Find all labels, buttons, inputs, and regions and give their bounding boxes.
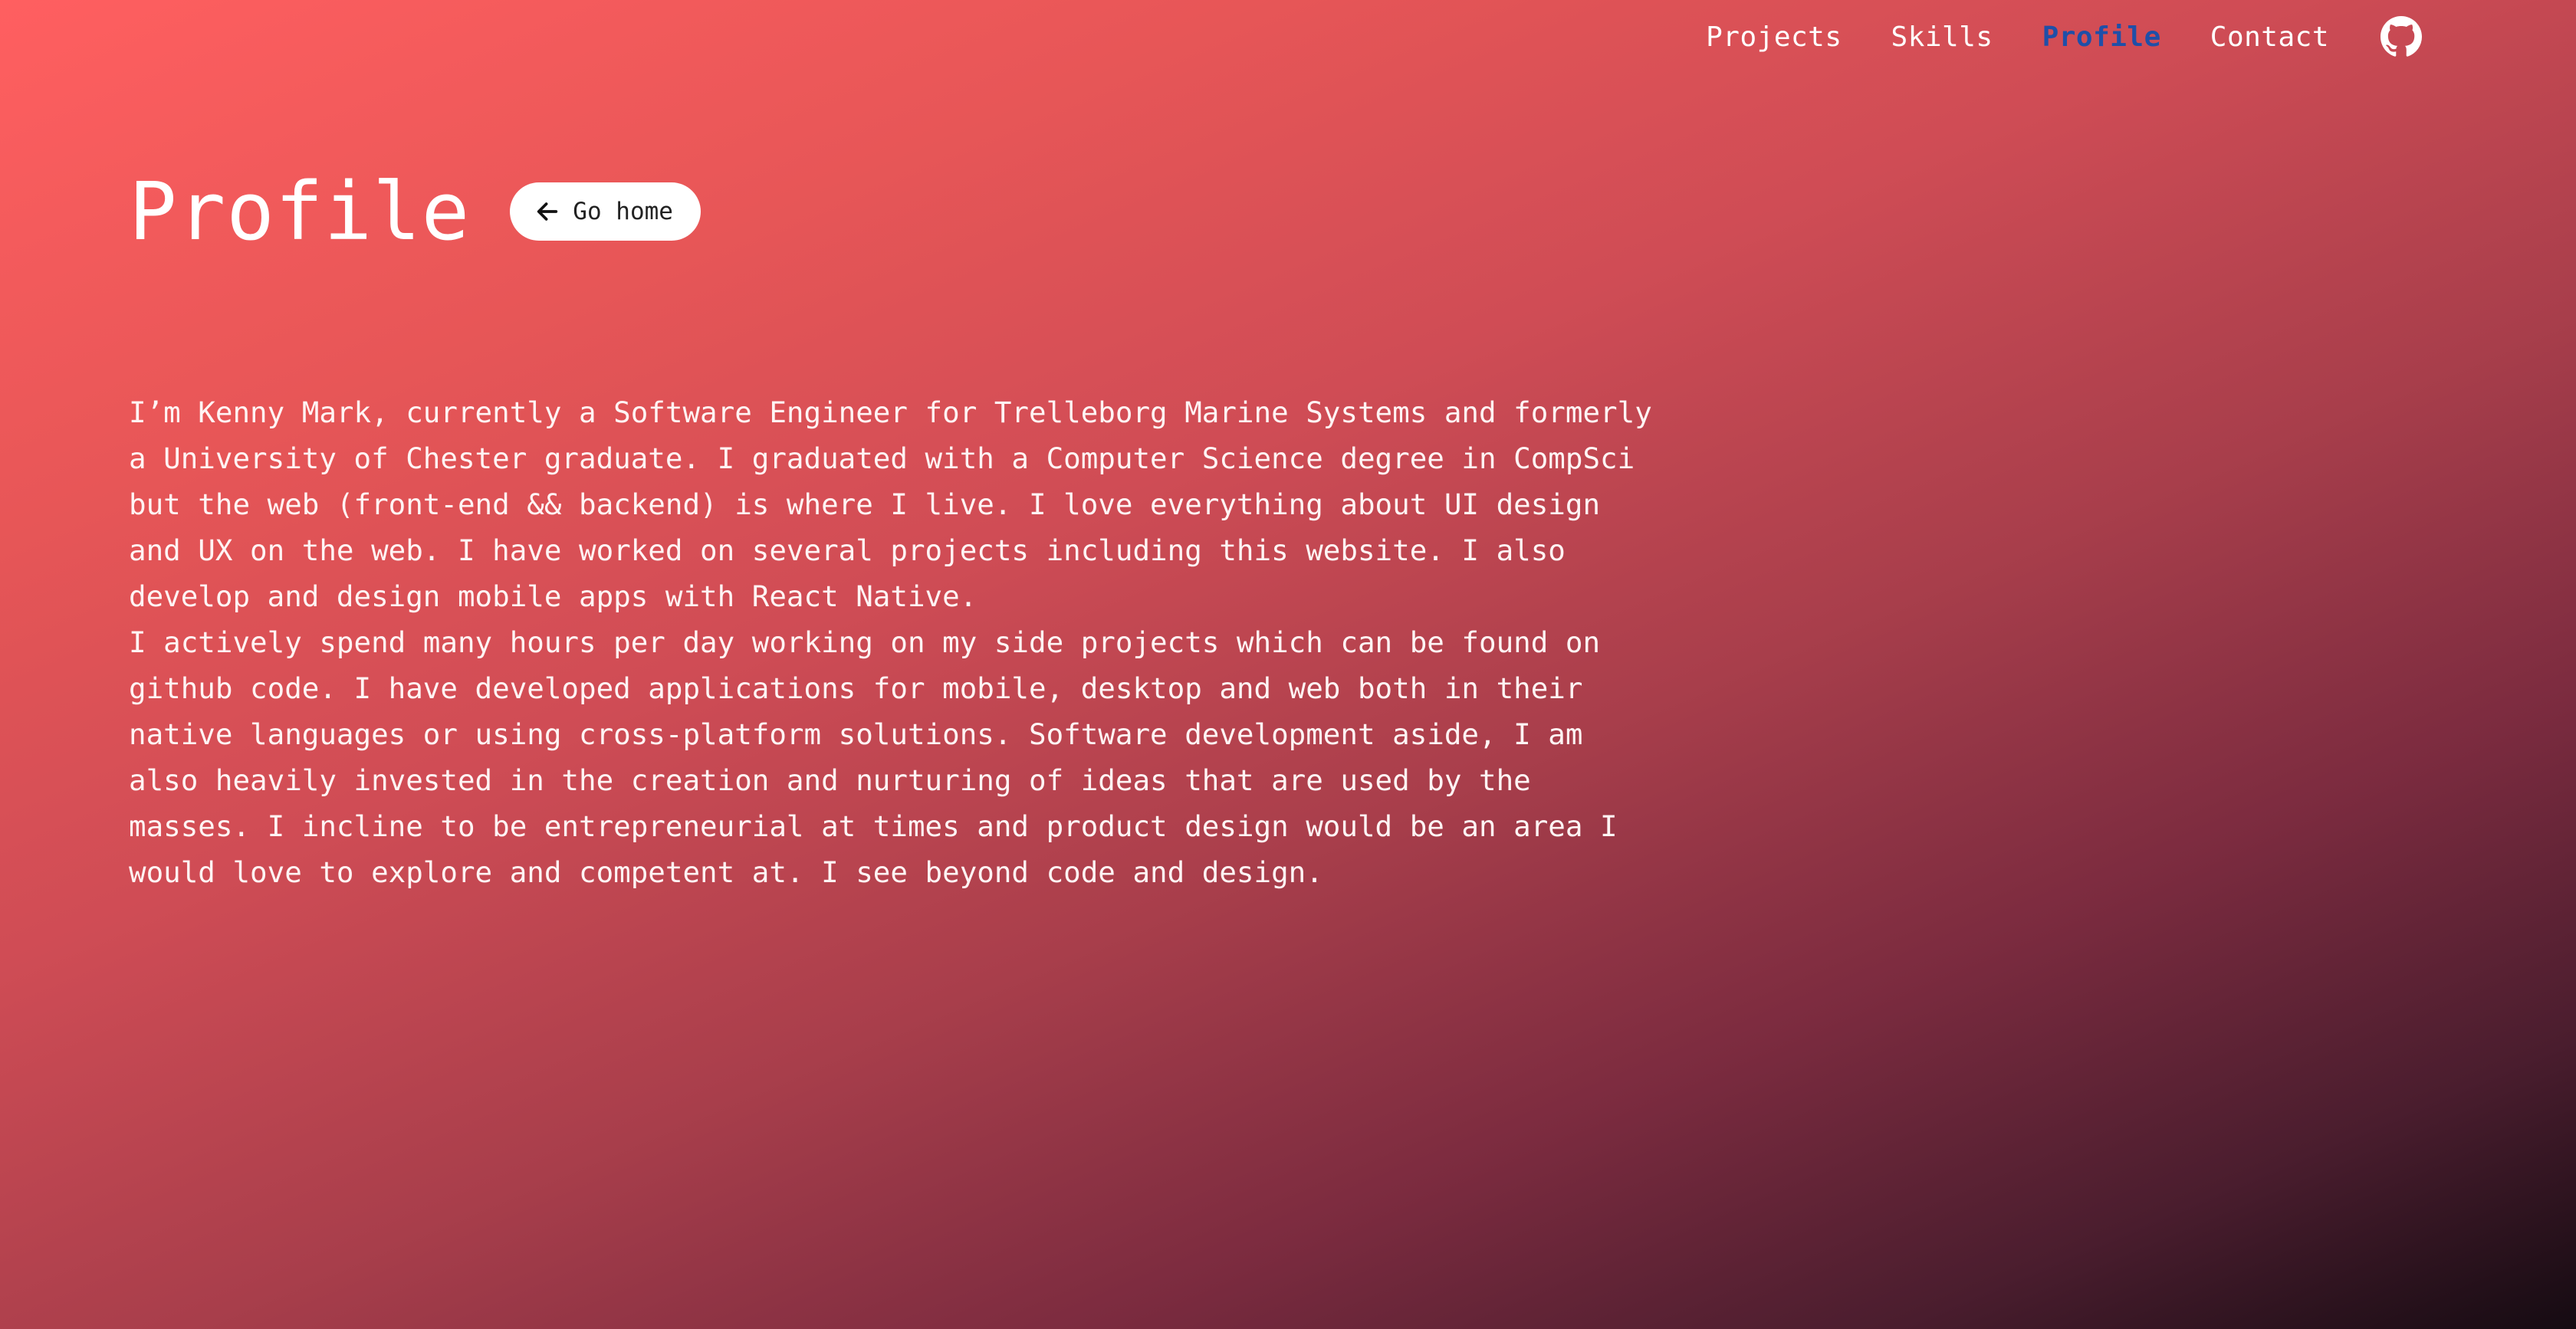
page-title: Profile: [129, 165, 471, 258]
nav-link-skills[interactable]: Skills: [1891, 21, 1993, 53]
arrow-left-icon: [537, 202, 558, 221]
bio-text: I’m Kenny Mark, currently a Software Eng…: [129, 389, 1662, 895]
nav-link-projects[interactable]: Projects: [1706, 21, 1842, 53]
go-home-button[interactable]: Go home: [510, 182, 701, 241]
github-icon[interactable]: [2380, 15, 2423, 58]
top-nav: Projects Skills Profile Contact: [1706, 15, 2423, 58]
nav-link-contact[interactable]: Contact: [2210, 21, 2329, 53]
bio-paragraph-2: I actively spend many hours per day work…: [129, 625, 1618, 889]
go-home-label: Go home: [573, 198, 673, 225]
nav-link-profile[interactable]: Profile: [2042, 21, 2161, 53]
bio-paragraph-1: I’m Kenny Mark, currently a Software Eng…: [129, 395, 1652, 613]
page-header: Profile Go home: [129, 158, 701, 265]
